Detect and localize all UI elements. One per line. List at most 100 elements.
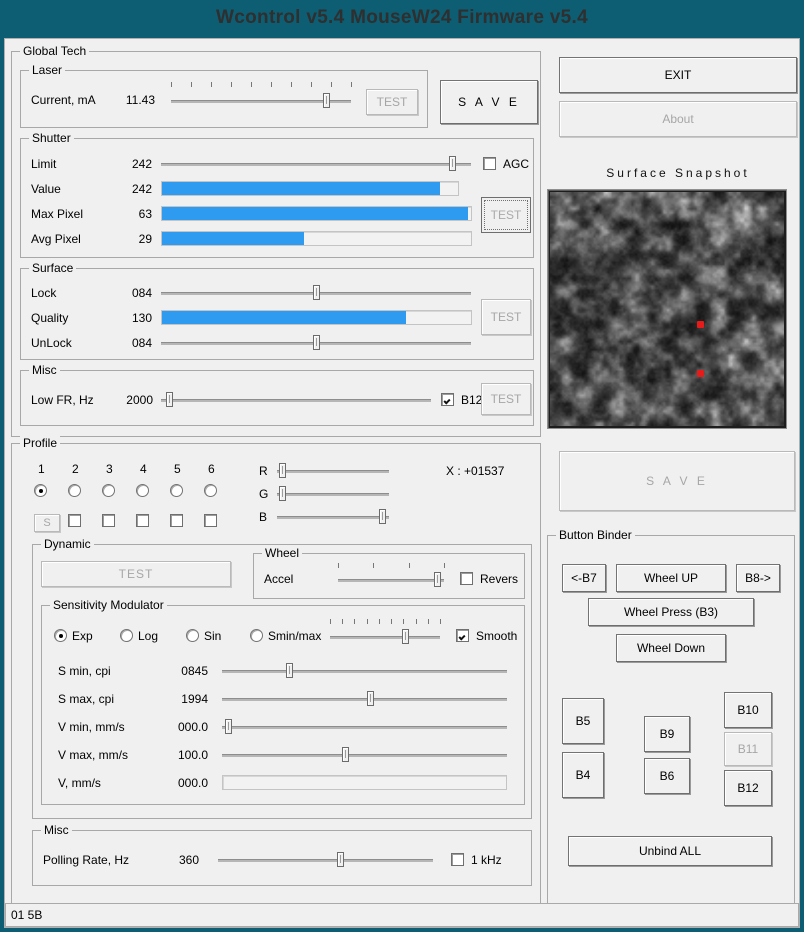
smooth-checkbox[interactable] bbox=[456, 629, 469, 642]
bind-b5-label: B5 bbox=[576, 714, 591, 728]
rgb-b-slider[interactable] bbox=[277, 508, 389, 526]
profile-s-button[interactable]: S bbox=[34, 514, 60, 532]
slider-thumb[interactable] bbox=[337, 852, 344, 867]
bind-b5-button[interactable]: B5 bbox=[562, 698, 604, 744]
sens-mode-radio-log[interactable] bbox=[120, 629, 133, 642]
rgb-r-slider[interactable] bbox=[277, 462, 389, 480]
slider-thumb[interactable] bbox=[379, 509, 386, 524]
wheel-group: Wheel Accel Revers bbox=[253, 553, 525, 599]
slider-thumb[interactable] bbox=[166, 392, 173, 407]
rgb-g-slider[interactable] bbox=[277, 485, 389, 503]
dynamic-test-button[interactable]: TEST bbox=[41, 561, 231, 587]
slider-thumb[interactable] bbox=[323, 93, 330, 108]
sens-v-min-mm-s-slider[interactable] bbox=[222, 718, 507, 736]
profile-radio-5[interactable] bbox=[170, 484, 183, 497]
snapshot-marker-dot bbox=[697, 321, 704, 328]
slider-thumb[interactable] bbox=[279, 463, 286, 478]
profile-radio-1[interactable] bbox=[34, 484, 47, 497]
slider-track bbox=[277, 493, 389, 496]
bind-wheel-down-button[interactable]: Wheel Down bbox=[616, 634, 726, 662]
shutter-limit-slider[interactable] bbox=[161, 155, 471, 173]
slider-thumb[interactable] bbox=[279, 486, 286, 501]
bind-b11-button[interactable]: B11 bbox=[724, 732, 772, 766]
laser-group: Laser Current, mA 11.43 TEST bbox=[20, 70, 428, 128]
exit-button[interactable]: EXIT bbox=[559, 57, 797, 93]
bind-wheel-up-button[interactable]: Wheel UP bbox=[616, 564, 726, 592]
profile-radio-2[interactable] bbox=[68, 484, 81, 497]
lowfr-slider[interactable] bbox=[161, 391, 431, 409]
laser-current-slider[interactable] bbox=[171, 92, 351, 110]
sensitivity-slider-ticks bbox=[330, 619, 440, 625]
bind-b7-button[interactable]: <-B7 bbox=[562, 564, 606, 592]
slider-thumb[interactable] bbox=[225, 719, 232, 734]
slider-thumb[interactable] bbox=[342, 747, 349, 762]
sens-mode-radio-sin[interactable] bbox=[186, 629, 199, 642]
laser-test-button[interactable]: TEST bbox=[366, 89, 418, 115]
shutter-avgpixel-label: Avg Pixel bbox=[31, 232, 81, 246]
bind-b10-button[interactable]: B10 bbox=[724, 692, 772, 728]
b12-checkbox[interactable] bbox=[441, 393, 454, 406]
about-button[interactable]: About bbox=[559, 101, 797, 137]
sens-v-max-mm-s-value: 100.0 bbox=[152, 748, 208, 762]
polling-rate-slider[interactable] bbox=[218, 851, 433, 869]
profile-save-button[interactable]: S A V E bbox=[559, 451, 795, 511]
bind-b4-button[interactable]: B4 bbox=[562, 752, 604, 798]
laser-test-label: TEST bbox=[377, 95, 408, 109]
shutter-group: Shutter Limit 242 AGC Value 242 Max Pixe… bbox=[20, 138, 534, 258]
surface-lock-slider[interactable] bbox=[161, 284, 471, 302]
sens-s-max-cpi-slider[interactable] bbox=[222, 690, 507, 708]
profile-checkbox-2[interactable] bbox=[68, 514, 81, 527]
bind-b9-button[interactable]: B9 bbox=[644, 716, 690, 752]
slider-thumb[interactable] bbox=[402, 629, 409, 644]
surface-test-button[interactable]: TEST bbox=[481, 299, 531, 335]
profile-s-label: S bbox=[43, 517, 50, 529]
sens-v-max-mm-s-slider[interactable] bbox=[222, 746, 507, 764]
bind-b10-label: B10 bbox=[737, 703, 758, 717]
sensitivity-slider[interactable] bbox=[330, 628, 440, 646]
profile-checkbox-3[interactable] bbox=[102, 514, 115, 527]
slider-thumb[interactable] bbox=[286, 663, 293, 678]
client-area: Global Tech Laser Current, mA 11.43 TEST… bbox=[4, 38, 800, 928]
surface-test-label: TEST bbox=[491, 310, 522, 324]
rgb-b-label: B bbox=[259, 510, 267, 524]
wheel-legend: Wheel bbox=[262, 546, 302, 560]
sens-mode-radio-sminmax[interactable] bbox=[250, 629, 263, 642]
sens-s-max-cpi-value: 1994 bbox=[152, 692, 208, 706]
profile-checkbox-5[interactable] bbox=[170, 514, 183, 527]
slider-thumb[interactable] bbox=[449, 156, 456, 171]
sens-s-min-cpi-slider[interactable] bbox=[222, 662, 507, 680]
laser-legend: Laser bbox=[29, 63, 65, 77]
profile-radio-3[interactable] bbox=[102, 484, 115, 497]
slider-thumb[interactable] bbox=[313, 285, 320, 300]
global-save-button[interactable]: S A V E bbox=[440, 80, 538, 124]
bind-wheel-press-button[interactable]: Wheel Press (B3) bbox=[588, 598, 754, 626]
lowfr-test-button[interactable]: TEST bbox=[481, 383, 531, 415]
profile-checkbox-4[interactable] bbox=[136, 514, 149, 527]
revers-checkbox[interactable] bbox=[460, 572, 473, 585]
slider-thumb[interactable] bbox=[367, 691, 374, 706]
profile-radio-6[interactable] bbox=[204, 484, 217, 497]
unbind-all-button[interactable]: Unbind ALL bbox=[568, 836, 772, 866]
slider-thumb[interactable] bbox=[313, 335, 320, 350]
surface-quality-bar bbox=[161, 310, 472, 325]
shutter-test-button[interactable]: TEST bbox=[481, 197, 531, 233]
profile-group: Profile 123456 S R G B X : +01537 Dynami… bbox=[11, 443, 541, 921]
bind-b9-label: B9 bbox=[660, 727, 675, 741]
lowfr-value: 2000 bbox=[113, 393, 153, 407]
surface-unlock-slider[interactable] bbox=[161, 334, 471, 352]
bind-b6-button[interactable]: B6 bbox=[644, 758, 690, 794]
profile-checkbox-6[interactable] bbox=[204, 514, 217, 527]
sens-mode-radio-exp[interactable] bbox=[54, 629, 67, 642]
surface-snapshot-frame bbox=[547, 189, 787, 429]
profile-save-label: S A V E bbox=[646, 474, 708, 488]
wheel-accel-slider[interactable] bbox=[338, 571, 444, 589]
bind-b8-button[interactable]: B8-> bbox=[736, 564, 780, 592]
one-khz-checkbox[interactable] bbox=[451, 853, 464, 866]
slider-thumb[interactable] bbox=[434, 572, 441, 587]
rgb-g-label: G bbox=[259, 487, 268, 501]
dynamic-legend: Dynamic bbox=[41, 537, 94, 551]
slider-track bbox=[161, 163, 471, 166]
bind-b12-button[interactable]: B12 bbox=[724, 770, 772, 806]
agc-checkbox[interactable] bbox=[483, 157, 496, 170]
profile-radio-4[interactable] bbox=[136, 484, 149, 497]
